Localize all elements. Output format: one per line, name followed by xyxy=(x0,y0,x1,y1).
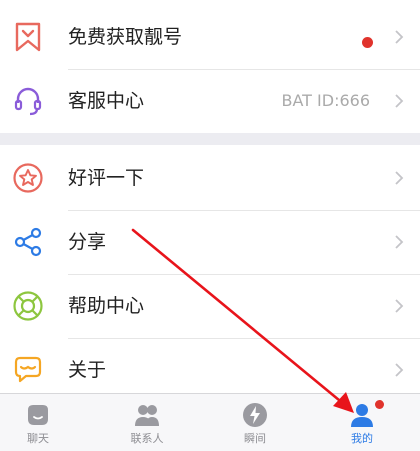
menu-group-bottom: 好评一下 分享 帮助中心 关于 xyxy=(0,145,420,393)
star-circle-icon xyxy=(13,163,43,193)
bat-id-value: BAT ID:666 xyxy=(281,91,370,110)
headset-icon xyxy=(14,87,42,116)
tab-moments[interactable]: 瞬间 xyxy=(220,394,290,451)
menu-item-label: 客服中心 xyxy=(68,90,145,112)
tab-label: 瞬间 xyxy=(244,432,266,445)
menu-item-label: 好评一下 xyxy=(68,167,145,189)
chat-bubble-icon xyxy=(14,356,42,383)
chevron-right-icon xyxy=(395,30,404,44)
tab-notification-badge xyxy=(375,400,384,409)
bottom-tab-bar: 聊天 联系人 瞬间 我的 xyxy=(0,393,420,451)
tab-chat[interactable]: 聊天 xyxy=(3,394,73,451)
menu-item-share[interactable]: 分享 xyxy=(0,210,420,274)
menu-item-customer-service[interactable]: 客服中心 BAT ID:666 xyxy=(0,69,420,133)
chevron-right-icon xyxy=(395,299,404,313)
lifebuoy-icon xyxy=(13,291,43,321)
tab-me[interactable]: 我的 xyxy=(327,394,397,451)
menu-item-label: 分享 xyxy=(68,231,107,253)
tab-label: 联系人 xyxy=(130,432,164,445)
tab-contacts[interactable]: 联系人 xyxy=(112,394,182,451)
menu-item-rate[interactable]: 好评一下 xyxy=(0,146,420,210)
person-icon xyxy=(351,404,373,427)
menu-group-top: 免费获取靓号 客服中心 BAT ID:666 xyxy=(0,0,420,133)
lightning-icon xyxy=(243,403,267,427)
share-icon xyxy=(14,227,42,257)
chevron-right-icon xyxy=(395,94,404,108)
menu-item-label: 帮助中心 xyxy=(68,295,145,317)
menu-item-label: 免费获取靓号 xyxy=(68,26,183,48)
menu-item-help-center[interactable]: 帮助中心 xyxy=(0,274,420,338)
chevron-right-icon xyxy=(395,171,404,185)
chevron-right-icon xyxy=(395,235,404,249)
tab-label: 我的 xyxy=(351,432,373,445)
tab-label: 聊天 xyxy=(27,432,49,445)
menu-item-free-number[interactable]: 免费获取靓号 xyxy=(0,5,420,69)
notification-badge xyxy=(362,37,373,48)
bookmark-icon xyxy=(15,22,41,52)
contacts-icon xyxy=(135,405,159,426)
chat-face-icon xyxy=(28,405,48,425)
chevron-right-icon xyxy=(395,363,404,377)
